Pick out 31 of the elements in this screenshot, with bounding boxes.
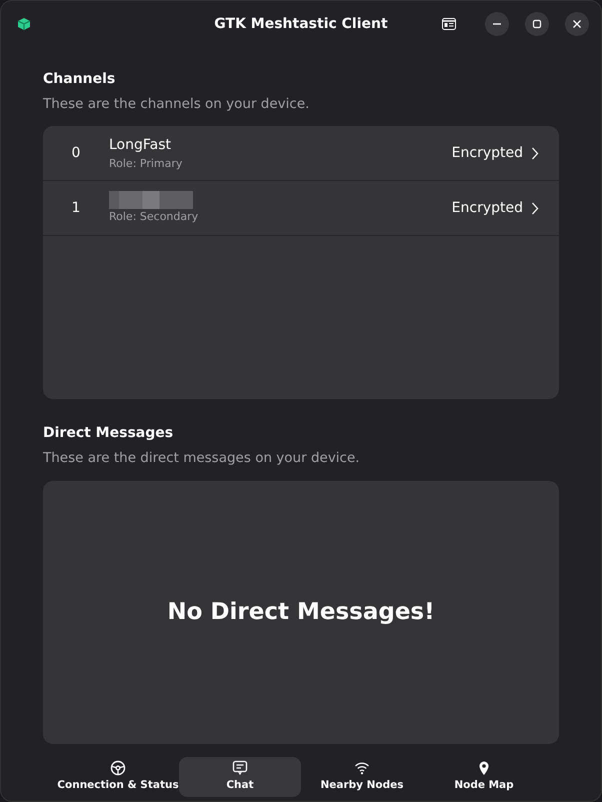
channel-row[interactable]: 0 LongFast Role: Primary Encrypted — [43, 126, 559, 182]
empty-message: No Direct Messages! — [167, 598, 435, 627]
nav-tab[interactable]: Connection & Status — [57, 757, 179, 797]
sidebar-icon — [442, 18, 456, 30]
channel-role: Role: Secondary — [109, 209, 198, 225]
close-icon — [572, 19, 582, 29]
nav-tab[interactable]: Nearby Nodes — [301, 757, 423, 797]
section-title: Direct Messages — [43, 424, 174, 444]
maximize-icon — [532, 19, 542, 29]
section-subtitle: These are the channels on your device. — [43, 95, 310, 114]
channel-role: Role: Primary — [109, 156, 182, 172]
chevron-right-icon — [531, 202, 539, 215]
wifi-icon — [354, 760, 370, 776]
maximize-button[interactable] — [525, 12, 549, 36]
window-title: GTK Meshtastic Client — [213, 14, 389, 34]
app-icon — [17, 17, 31, 31]
channel-index: 0 — [70, 144, 82, 163]
nav-tab[interactable]: Chat — [179, 757, 301, 797]
section-title: Channels — [43, 70, 116, 89]
encryption-status: Encrypted — [452, 198, 523, 218]
encryption-status: Encrypted — [452, 144, 523, 163]
section-subtitle: These are the direct messages on your device. — [43, 449, 361, 468]
steering-wheel-icon — [110, 760, 126, 776]
channel-name: LongFast — [109, 136, 172, 154]
chat-icon — [232, 760, 248, 776]
channel-row[interactable]: 1 Role: Secondary Encrypted — [43, 181, 559, 236]
chevron-right-icon — [531, 146, 539, 160]
close-button[interactable] — [565, 12, 589, 36]
nav-tab[interactable]: Node Map — [423, 757, 545, 797]
channel-index: 1 — [70, 198, 82, 218]
minimize-button[interactable] — [485, 12, 509, 36]
